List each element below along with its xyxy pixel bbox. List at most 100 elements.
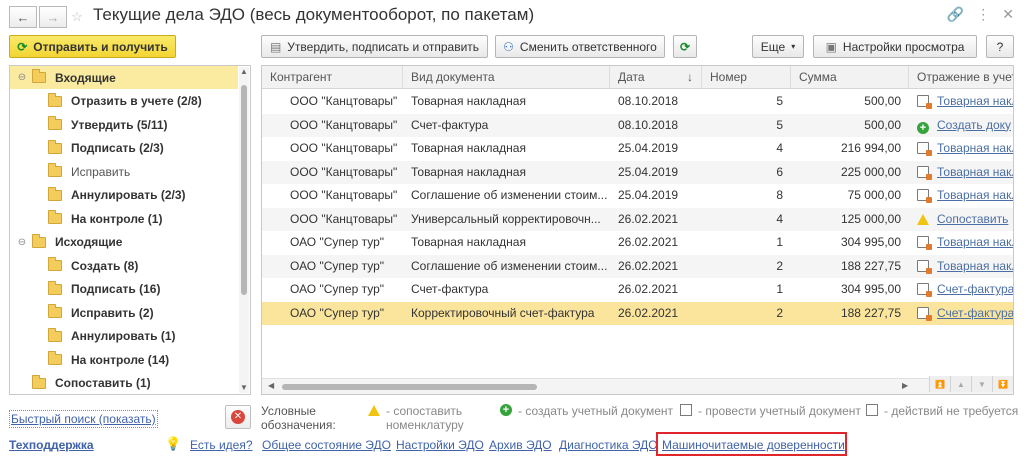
table-row[interactable]: ОАО "Супер тур" Товарная накладная 26.02.2…: [262, 231, 1013, 255]
accounting-status-cell[interactable]: Товарная накла: [909, 255, 1013, 278]
accounting-status-link[interactable]: Создать доку: [937, 118, 1011, 132]
tree-item[interactable]: Создать (8): [10, 254, 238, 277]
back-button[interactable]: ←: [9, 6, 37, 28]
tree-item[interactable]: Подписать (16): [10, 278, 238, 301]
close-circle-icon: ✕: [231, 410, 245, 424]
table-row[interactable]: ООО "Канцтовары" Товарная накладная 08.10.…: [262, 90, 1013, 114]
change-responsible-button[interactable]: ⚇ Сменить ответственного: [495, 35, 665, 58]
table-hscrollbar[interactable]: ◀ ▶: [262, 378, 1013, 394]
edo-settings-link[interactable]: Настройки ЭДО: [396, 438, 484, 452]
column-header-amount[interactable]: Сумма: [791, 66, 909, 89]
general-state-link[interactable]: Общее состояние ЭДО: [262, 438, 391, 452]
scroll-down-icon[interactable]: ▼: [239, 383, 249, 393]
more-button[interactable]: Еще ▾: [752, 35, 804, 58]
table-row[interactable]: ОАО "Супер тур" Корректировочный счет-фак…: [262, 301, 1013, 325]
plus-circle-icon: +: [917, 121, 929, 134]
accounting-status-cell[interactable]: Сопоставить: [909, 208, 1013, 231]
column-header-accounting[interactable]: Отражение в учет: [909, 66, 1013, 89]
menu-dots-icon[interactable]: ⋮: [976, 6, 990, 23]
tree-item[interactable]: Утвердить (5/11): [10, 113, 238, 136]
collapse-icon[interactable]: ⊖: [16, 237, 28, 248]
favorite-button[interactable]: ☆: [69, 6, 85, 28]
link-icon[interactable]: 🔗: [947, 6, 964, 23]
folder-icon: [48, 351, 62, 365]
close-icon[interactable]: ✕: [1002, 6, 1014, 23]
accounting-status-link[interactable]: Счет-фактура: [937, 306, 1013, 320]
accounting-status-cell[interactable]: Товарная накла: [909, 90, 1013, 113]
scroll-up-icon[interactable]: ▲: [239, 67, 249, 77]
accounting-status-cell[interactable]: Товарная накла: [909, 161, 1013, 184]
scroll-right-icon[interactable]: ▶: [902, 381, 908, 390]
last-row-icon[interactable]: ⏬: [992, 376, 1013, 392]
cell-date: 25.04.2019: [618, 164, 679, 179]
column-header-date[interactable]: Дата ↓: [610, 66, 702, 89]
quick-search-link[interactable]: Быстрый поиск (показать): [9, 410, 158, 428]
support-link[interactable]: Техподдержка: [9, 438, 94, 452]
accounting-status-cell[interactable]: Товарная накла: [909, 231, 1013, 254]
refresh-button[interactable]: ⟳: [673, 35, 697, 58]
tree-item[interactable]: Аннулировать (1): [10, 325, 238, 348]
accounting-status-link[interactable]: Товарная накла: [937, 259, 1013, 273]
scroll-left-icon[interactable]: ◀: [268, 381, 274, 390]
tree-item[interactable]: Исправить: [10, 160, 238, 183]
next-row-icon[interactable]: ▼: [971, 376, 992, 392]
tree-item[interactable]: Аннулировать (2/3): [10, 184, 238, 207]
column-header-number[interactable]: Номер: [702, 66, 791, 89]
cell-date: 08.10.2018: [618, 94, 679, 108]
tree-item[interactable]: ⊖ Входящие: [10, 66, 238, 89]
scrollbar-thumb[interactable]: [282, 384, 537, 390]
document-done-icon: [866, 404, 878, 416]
document-action-icon: [917, 165, 932, 180]
column-header-doc-type[interactable]: Вид документа: [403, 66, 610, 89]
accounting-status-link[interactable]: Товарная накла: [937, 235, 1013, 249]
send-receive-button[interactable]: ⟳ Отправить и получить: [9, 35, 176, 58]
cell-counterparty: ОАО "Супер тур": [290, 282, 385, 296]
column-header-counterparty[interactable]: Контрагент: [262, 66, 403, 89]
tree-scrollbar[interactable]: ▲ ▼: [239, 67, 249, 393]
first-row-icon[interactable]: ⏫: [929, 376, 950, 392]
tree-item[interactable]: ⊖ Исходящие: [10, 231, 238, 254]
approve-sign-send-button[interactable]: ▤ Утвердить, подписать и отправить: [261, 35, 488, 58]
accounting-status-link[interactable]: Товарная накла: [937, 165, 1013, 179]
tree-item[interactable]: Исправить (2): [10, 301, 238, 324]
accounting-status-cell[interactable]: Товарная накла: [909, 137, 1013, 160]
accounting-status-link[interactable]: Товарная накла: [937, 94, 1013, 108]
cell-number: 4: [776, 141, 783, 155]
cell-amount: 75 000,00: [847, 188, 901, 202]
accounting-status-link[interactable]: Товарная накла: [937, 141, 1013, 155]
tree-item[interactable]: Отразить в учете (2/8): [10, 90, 238, 113]
table-row[interactable]: ООО "Канцтовары" Счет-фактура 08.10.2018 5 5…: [262, 113, 1013, 137]
tree-item[interactable]: Подписать (2/3): [10, 137, 238, 160]
clear-search-button[interactable]: ✕: [225, 405, 251, 429]
table-row[interactable]: ООО "Канцтовары" Товарная накладная 25.04.…: [262, 137, 1013, 161]
cell-amount: 225 000,00: [840, 164, 901, 179]
legend-create: - создать учетный документ: [518, 404, 674, 418]
accounting-status-link[interactable]: Счет-фактура: [937, 282, 1013, 296]
accounting-status-cell[interactable]: + Создать доку: [909, 114, 1013, 137]
accounting-status-link[interactable]: Сопоставить: [937, 212, 1008, 226]
accounting-status-cell[interactable]: Счет-фактура: [909, 302, 1013, 325]
cell-counterparty: ОАО "Супер тур": [290, 305, 385, 320]
forward-button[interactable]: →: [39, 6, 67, 28]
edo-diagnostics-link[interactable]: Диагностика ЭДО: [559, 438, 658, 452]
table-row[interactable]: ОАО "Супер тур" Счет-фактура 26.02.2021 1 30…: [262, 278, 1013, 302]
table-row[interactable]: ОАО "Супер тур" Соглашение об изменении с…: [262, 254, 1013, 278]
accounting-status-cell[interactable]: Товарная накла: [909, 184, 1013, 207]
tree-item[interactable]: На контроле (1): [10, 207, 238, 230]
edo-archive-link[interactable]: Архив ЭДО: [489, 438, 552, 452]
view-settings-button[interactable]: ▣ Настройки просмотра: [813, 35, 977, 58]
tree-item[interactable]: Сопоставить (1): [10, 372, 238, 395]
help-button[interactable]: ?: [986, 35, 1014, 58]
accounting-status-cell[interactable]: Счет-фактура: [909, 278, 1013, 301]
cell-doc-type: Товарная накладная: [411, 164, 526, 179]
accounting-status-link[interactable]: Товарная накла: [937, 188, 1013, 202]
table-row[interactable]: ООО "Канцтовары" Соглашение об изменении …: [262, 184, 1013, 208]
table-row[interactable]: ООО "Канцтовары" Универсальный корректиро…: [262, 207, 1013, 231]
prev-row-icon[interactable]: ▲: [950, 376, 971, 392]
collapse-icon[interactable]: ⊖: [16, 72, 28, 83]
tree-item[interactable]: На контроле (14): [10, 348, 238, 371]
scrollbar-thumb[interactable]: [241, 85, 247, 295]
table-row[interactable]: ООО "Канцтовары" Товарная накладная 25.04.…: [262, 160, 1013, 184]
idea-link[interactable]: Есть идея?: [190, 438, 253, 452]
folder-icon: [48, 210, 62, 224]
